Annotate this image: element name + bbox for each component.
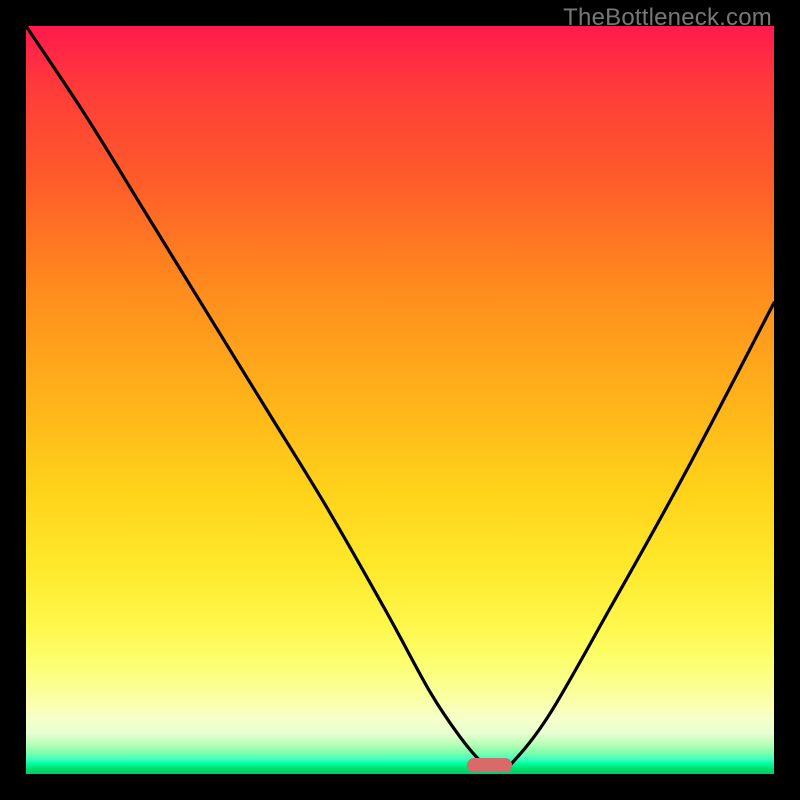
chart-canvas: TheBottleneck.com bbox=[0, 0, 800, 800]
optimal-marker bbox=[467, 758, 512, 772]
plot-area bbox=[26, 26, 774, 774]
bottleneck-curve bbox=[26, 26, 774, 774]
